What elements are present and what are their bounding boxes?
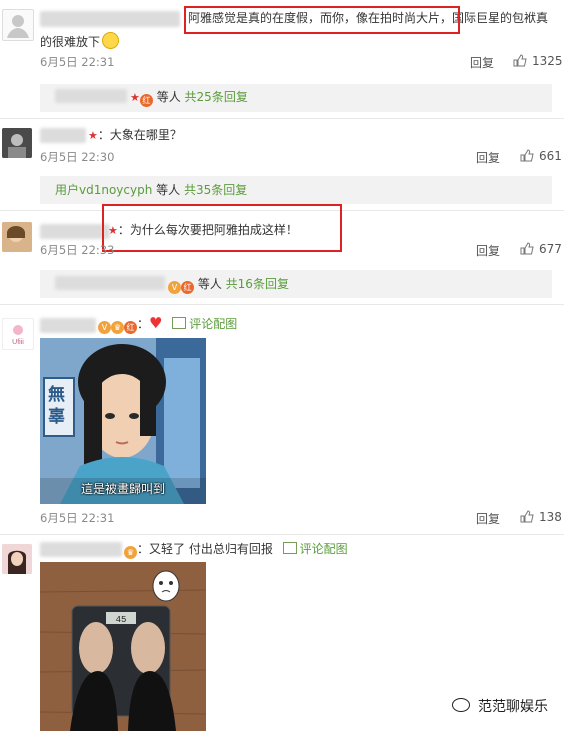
username-blurred[interactable] <box>40 224 110 239</box>
picture-icon <box>172 317 187 329</box>
red-badge-icon: 红 <box>139 94 153 107</box>
scale-reading: 45 <box>116 615 127 625</box>
avatar[interactable] <box>2 222 32 252</box>
comment-image[interactable]: 45 <box>40 562 206 731</box>
avatar[interactable] <box>2 128 32 158</box>
reply-user-link[interactable]: 用户vd1noycyph <box>55 183 152 197</box>
comment-text: V ♛ 红：♥ 评论配图 <box>98 314 237 334</box>
vip-badge-icon: V <box>98 321 111 334</box>
comment-image-link[interactable]: 评论配图 <box>282 542 348 556</box>
comment-image-photo: 45 <box>40 562 206 731</box>
avatar[interactable] <box>2 544 32 574</box>
svg-text:Ufiii: Ufiii <box>12 339 24 346</box>
thumbs-up-icon <box>520 510 534 523</box>
like-button[interactable]: 677 <box>520 242 562 256</box>
highlight-box <box>184 6 460 34</box>
thumbs-up-icon <box>513 54 527 67</box>
reply-button[interactable]: 回复 <box>470 54 494 71</box>
like-button[interactable]: 138 <box>520 510 562 524</box>
username-blurred[interactable] <box>40 128 86 143</box>
reply-button[interactable]: 回复 <box>476 242 500 259</box>
reply-thread[interactable]: ★ 红 等人 共25条回复 <box>130 88 248 107</box>
avatar[interactable] <box>2 9 34 41</box>
heart-emoji-icon: ♥ <box>149 314 163 332</box>
user-photo-icon <box>2 222 32 252</box>
wechat-icon <box>452 698 470 712</box>
comment-image-link[interactable]: 评论配图 <box>172 317 237 331</box>
comment-time: 6月5日 22:33 <box>40 243 115 257</box>
picture-icon <box>282 542 297 554</box>
reply-button[interactable]: 回复 <box>476 510 500 527</box>
comment-text-line2: 的很难放下 <box>40 32 120 51</box>
user-photo-icon <box>2 544 32 574</box>
reply-count-link[interactable]: 共35条回复 <box>184 183 247 197</box>
divider <box>0 118 564 119</box>
image-side-text: 無辜 <box>48 385 65 427</box>
reply-count-link[interactable]: 共16条回复 <box>226 277 289 291</box>
comment-time: 6月5日 22:31 <box>40 55 115 69</box>
thumbs-up-icon <box>520 149 534 162</box>
comment-text: ♛ ：又轻了 付出总归有回报 评论配图 <box>124 540 348 559</box>
level-badge-icon: ♛ <box>124 546 137 559</box>
highlight-box <box>102 204 342 252</box>
user-photo-icon <box>2 128 32 158</box>
vip-star-icon: ★ <box>88 129 98 142</box>
like-button[interactable]: 1325 <box>513 54 563 68</box>
vip-badge-icon: V <box>168 281 181 294</box>
vip-star-icon: ★ <box>130 91 140 104</box>
username-blurred[interactable] <box>40 542 122 557</box>
thumbs-up-icon <box>520 242 534 255</box>
default-avatar-icon <box>7 15 29 38</box>
reply-count-link[interactable]: 共25条回复 <box>185 90 248 104</box>
username-blurred[interactable] <box>40 318 96 333</box>
comment-text: ★：大象在哪里？ <box>88 128 182 142</box>
image-caption: 這是被畫歸叫到 <box>80 482 165 496</box>
watermark: 范范聊娱乐 <box>452 696 548 716</box>
level-badge-icon: ♛ <box>111 321 124 334</box>
grin-emoji-icon <box>102 32 120 49</box>
reply-thread[interactable]: V红 等人 共16条回复 <box>168 275 289 294</box>
reply-user-blurred <box>55 276 165 290</box>
comment-image[interactable]: 無辜 這是被畫歸叫到 <box>40 338 206 504</box>
red-badge-icon: 红 <box>181 281 194 294</box>
avatar[interactable]: Ufiii <box>2 318 34 350</box>
divider <box>0 304 564 305</box>
divider <box>0 534 564 535</box>
reply-user-blurred <box>55 89 127 103</box>
brand-logo-icon: Ufiii <box>12 325 24 346</box>
reply-button[interactable]: 回复 <box>476 149 500 166</box>
comment-time: 6月5日 22:30 <box>40 150 115 164</box>
reply-thread[interactable]: 用户vd1noycyph 等人 共35条回复 <box>55 181 247 199</box>
red-badge-icon: 红 <box>124 321 137 334</box>
like-button[interactable]: 661 <box>520 149 562 163</box>
username-blurred[interactable] <box>40 11 180 27</box>
comment-time: 6月5日 22:31 <box>40 511 115 525</box>
